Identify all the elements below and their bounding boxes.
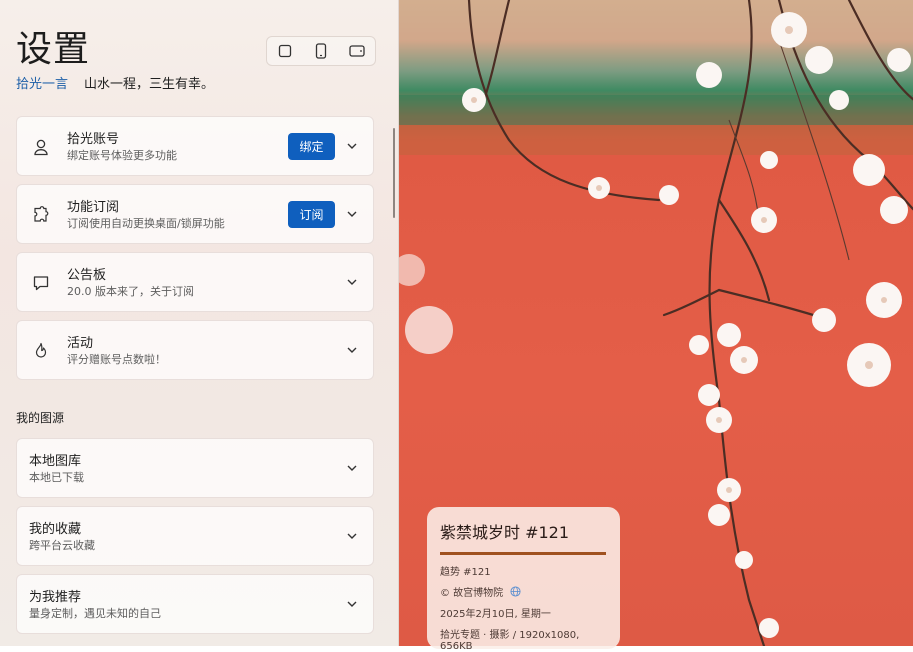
user-icon: [34, 139, 48, 156]
card-desc: 订阅使用自动更换桌面/锁屏功能: [67, 217, 225, 230]
wallpaper-meta: 拾光专题 · 摄影 / 1920x1080, 656KB: [440, 630, 580, 652]
flame-icon: [35, 342, 47, 358]
page-title: 设置: [16, 29, 91, 70]
square-icon: [278, 44, 292, 58]
message-icon: [33, 276, 49, 291]
card-desc: 20.0 版本来了，关于订阅: [67, 285, 194, 298]
puzzle-icon: [34, 206, 49, 222]
subscribe-button[interactable]: 订阅: [288, 201, 335, 228]
wallpaper-category: 趋势 #121: [440, 567, 491, 578]
card-title: 公告板: [67, 268, 107, 283]
chevron-down-icon[interactable]: [345, 275, 359, 289]
chevron-down-icon[interactable]: [345, 461, 359, 475]
card-title: 功能订阅: [67, 200, 120, 215]
tablet-mode-button[interactable]: [344, 40, 370, 62]
bind-button[interactable]: 绑定: [288, 133, 335, 160]
account-card[interactable]: 拾光账号 绑定账号体验更多功能 绑定: [16, 116, 374, 176]
card-desc: 跨平台云收藏: [29, 539, 95, 552]
recommend-card[interactable]: 为我推荐 量身定制，遇见未知的自己: [16, 574, 374, 634]
wallpaper-date: 2025年2月10日, 星期一: [440, 609, 551, 620]
activity-card[interactable]: 活动 评分赠账号点数啦！: [16, 320, 374, 380]
card-desc: 本地已下载: [29, 471, 84, 484]
wallpaper-info-card[interactable]: 紫禁城岁时 #121 趋势 #121 © 故宫博物院 2025年2月10日, 星…: [427, 507, 620, 652]
card-desc: 量身定制，遇见未知的自己: [29, 607, 161, 620]
title-underline: [440, 552, 606, 555]
chevron-down-icon[interactable]: [345, 207, 359, 221]
card-title: 拾光账号: [67, 132, 120, 147]
quote-brand-link[interactable]: 拾光一言: [16, 77, 68, 92]
scrollbar-thumb[interactable]: [393, 128, 395, 218]
view-mode-toggle: [266, 36, 376, 66]
chevron-down-icon[interactable]: [345, 529, 359, 543]
bulletin-card[interactable]: 公告板 20.0 版本来了，关于订阅: [16, 252, 374, 312]
wallpaper-copyright-row[interactable]: © 故宫博物院: [440, 584, 607, 599]
chevron-down-icon[interactable]: [345, 139, 359, 153]
quote-text: 山水一程，三生有幸。: [84, 77, 215, 92]
wallpaper-title: 紫禁城岁时 #121: [440, 523, 570, 542]
desktop-mode-button[interactable]: [272, 40, 298, 62]
chevron-down-icon[interactable]: [345, 597, 359, 611]
card-desc: 评分赠账号点数啦！: [67, 353, 166, 366]
card-title: 本地图库: [29, 454, 82, 469]
app-window: 设置 拾光一言 山水一程，三生有幸。 拾光账号 绑定账号体验更多功能 绑定 功能…: [0, 0, 913, 652]
chevron-down-icon[interactable]: [345, 343, 359, 357]
card-title: 为我推荐: [29, 590, 82, 605]
settings-panel: 设置 拾光一言 山水一程，三生有幸。 拾光账号 绑定账号体验更多功能 绑定 功能…: [0, 0, 399, 646]
phone-mode-button[interactable]: [308, 40, 334, 62]
card-title: 活动: [67, 336, 94, 351]
favorites-card[interactable]: 我的收藏 跨平台云收藏: [16, 506, 374, 566]
phone-icon: [315, 43, 327, 59]
daily-quote: 拾光一言 山水一程，三生有幸。: [16, 73, 214, 92]
wallpaper-copyright: © 故宫博物院: [440, 588, 504, 599]
tablet-icon: [349, 45, 365, 57]
card-title: 我的收藏: [29, 522, 82, 537]
card-desc: 绑定账号体验更多功能: [67, 149, 177, 162]
section-title-sources: 我的图源: [16, 411, 65, 425]
subscription-card[interactable]: 功能订阅 订阅使用自动更换桌面/锁屏功能 订阅: [16, 184, 374, 244]
globe-icon[interactable]: [510, 586, 521, 597]
local-gallery-card[interactable]: 本地图库 本地已下载: [16, 438, 374, 498]
